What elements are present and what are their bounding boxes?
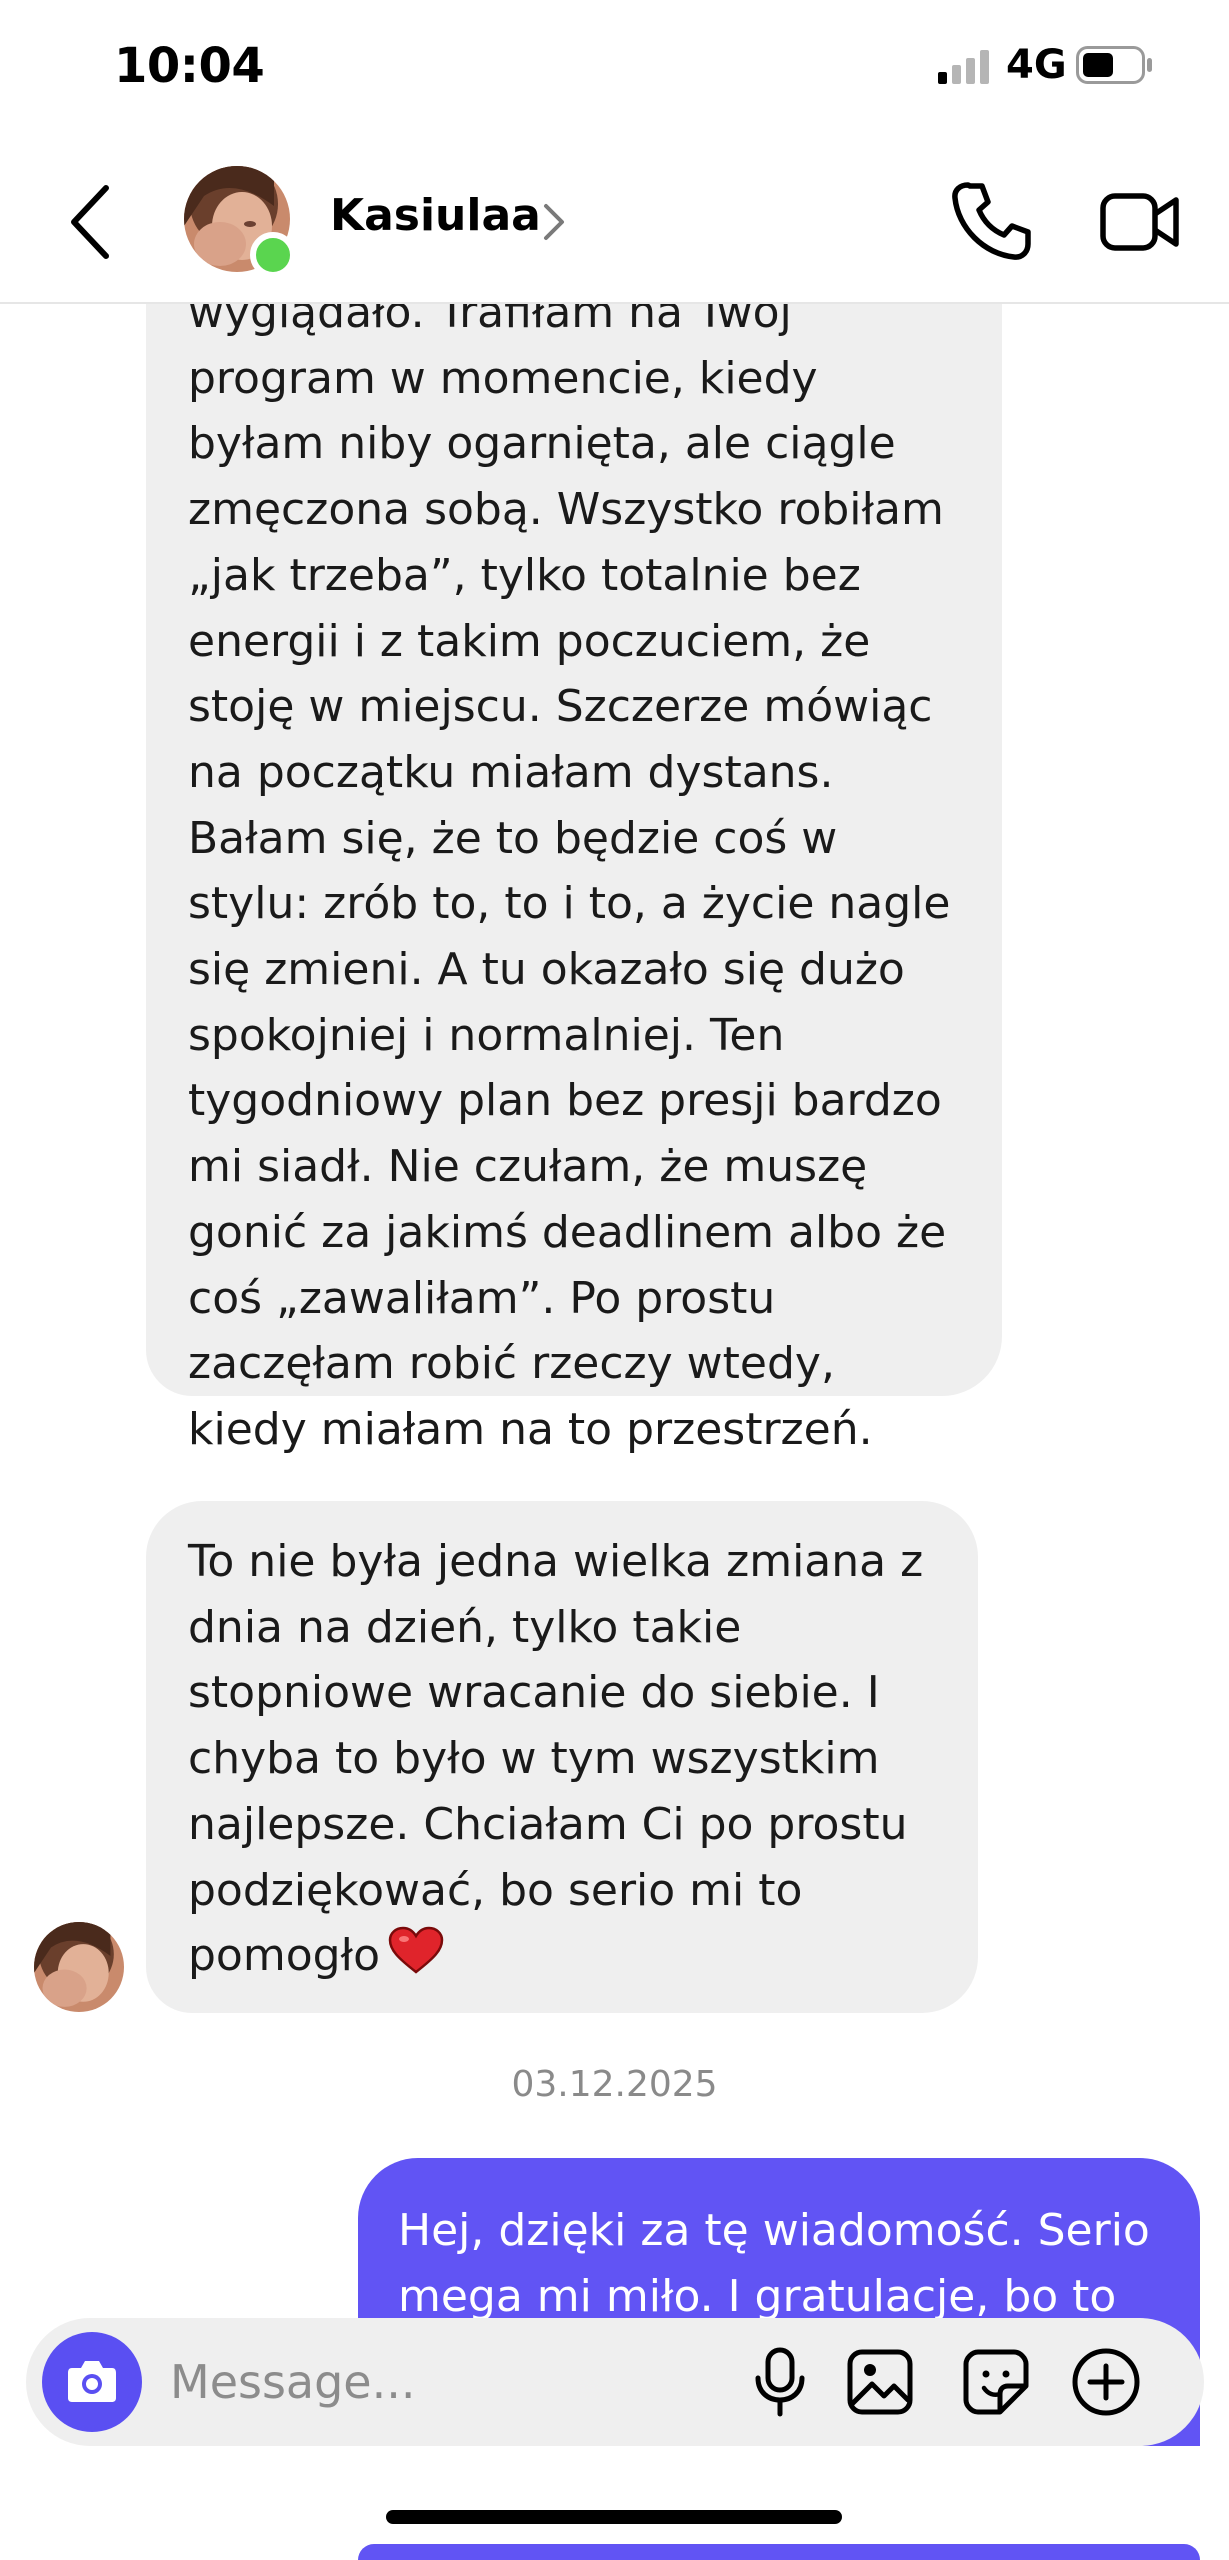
message-line: To nie była jedna wielka zmiana z xyxy=(188,1536,924,1587)
message-line: chyba to było w tym wszystkim xyxy=(188,1733,880,1785)
message-line: program w momencie, kiedy xyxy=(188,352,818,404)
sender-avatar[interactable] xyxy=(34,1922,124,2012)
message-thread[interactable]: wyglądało. Trafiłam na Twój program w mo… xyxy=(0,304,1229,2560)
message-line: energii i z takim poczuciem, że xyxy=(188,615,871,667)
message-input[interactable] xyxy=(170,2318,730,2446)
status-time: 10:04 xyxy=(114,38,265,94)
camera-button[interactable] xyxy=(42,2332,142,2432)
message-line: gonić za jakimś deadlinem albo że xyxy=(188,1206,947,1258)
message-line: się zmieni. A tu okazało się dużo xyxy=(188,944,905,996)
message-line: podziękować, bo serio mi to xyxy=(188,1864,803,1916)
message-line: Bałam się, że to będzie coś w xyxy=(188,812,838,864)
message-line: mi siadł. Nie czułam, że muszę xyxy=(188,1141,868,1193)
incoming-message[interactable]: To nie była jedna wielka zmiana z dnia n… xyxy=(146,1501,978,2013)
incoming-message[interactable]: wyglądało. Trafiłam na Twój program w mo… xyxy=(146,304,1002,1455)
network-type: 4G xyxy=(1006,42,1067,88)
message-line: kiedy miałam na to przestrzeń. xyxy=(188,1403,873,1455)
message-line: Hej, dzięki za tę wiadomość. Serio xyxy=(398,2205,1150,2256)
microphone-icon[interactable] xyxy=(744,2346,816,2418)
heart-emoji xyxy=(388,1926,444,1974)
chevron-right-icon[interactable] xyxy=(538,200,568,244)
status-bar: 10:04 4G xyxy=(0,0,1229,140)
sticker-icon[interactable] xyxy=(960,2346,1032,2418)
message-line: dnia na dzień, tylko takie xyxy=(188,1601,742,1653)
image-icon[interactable] xyxy=(844,2346,916,2418)
chat-header: Kasiulaa xyxy=(0,140,1229,304)
message-line: spokojniej i normalniej. Ten xyxy=(188,1009,785,1061)
video-camera-icon[interactable] xyxy=(1100,184,1180,258)
plus-circle-icon[interactable] xyxy=(1070,2346,1142,2418)
message-line: byłam niby ogarnięta, ale ciągle xyxy=(188,418,896,470)
message-line: „jak trzeba”, tylko totalnie bez xyxy=(188,549,861,601)
message-line: najlepsze. Chciałam Ci po prostu xyxy=(188,1798,908,1850)
message-line: zaczęłam robić rzeczy wtedy, xyxy=(188,1338,835,1390)
message-line: zmęczona sobą. Wszystko robiłam xyxy=(188,484,944,536)
message-line: stoję w miejscu. Szczerze mówiąc xyxy=(188,681,933,733)
message-line: stylu: zrób to, to i to, a życie nagle xyxy=(188,878,951,930)
camera-icon xyxy=(68,2361,116,2402)
contact-name[interactable]: Kasiulaa xyxy=(330,190,541,241)
online-indicator xyxy=(250,232,296,278)
message-line: stopniowe wracanie do siebie. I xyxy=(188,1667,880,1719)
outgoing-message-peek xyxy=(358,2544,1200,2560)
signal-icon xyxy=(938,50,989,84)
home-indicator[interactable] xyxy=(386,2510,842,2524)
message-line: coś „zawaliłam”. Po prostu xyxy=(188,1272,776,1324)
message-line: wyglądało. Trafiłam na Twój xyxy=(188,304,792,338)
background-mask xyxy=(358,2446,1200,2560)
message-composer xyxy=(26,2318,1204,2446)
avatar-photo xyxy=(34,1922,124,2012)
message-line: na początku miałam dystans. xyxy=(188,746,834,798)
date-separator: 03.12.2025 xyxy=(511,2064,718,2105)
phone-icon[interactable] xyxy=(950,180,1032,262)
chevron-left-icon[interactable] xyxy=(66,182,116,262)
battery-icon xyxy=(1076,46,1152,84)
message-line: tygodniowy plan bez presji bardzo xyxy=(188,1075,942,1127)
message-line-last: pomogło xyxy=(188,1923,978,1989)
message-text: pomogło xyxy=(188,1930,380,1982)
